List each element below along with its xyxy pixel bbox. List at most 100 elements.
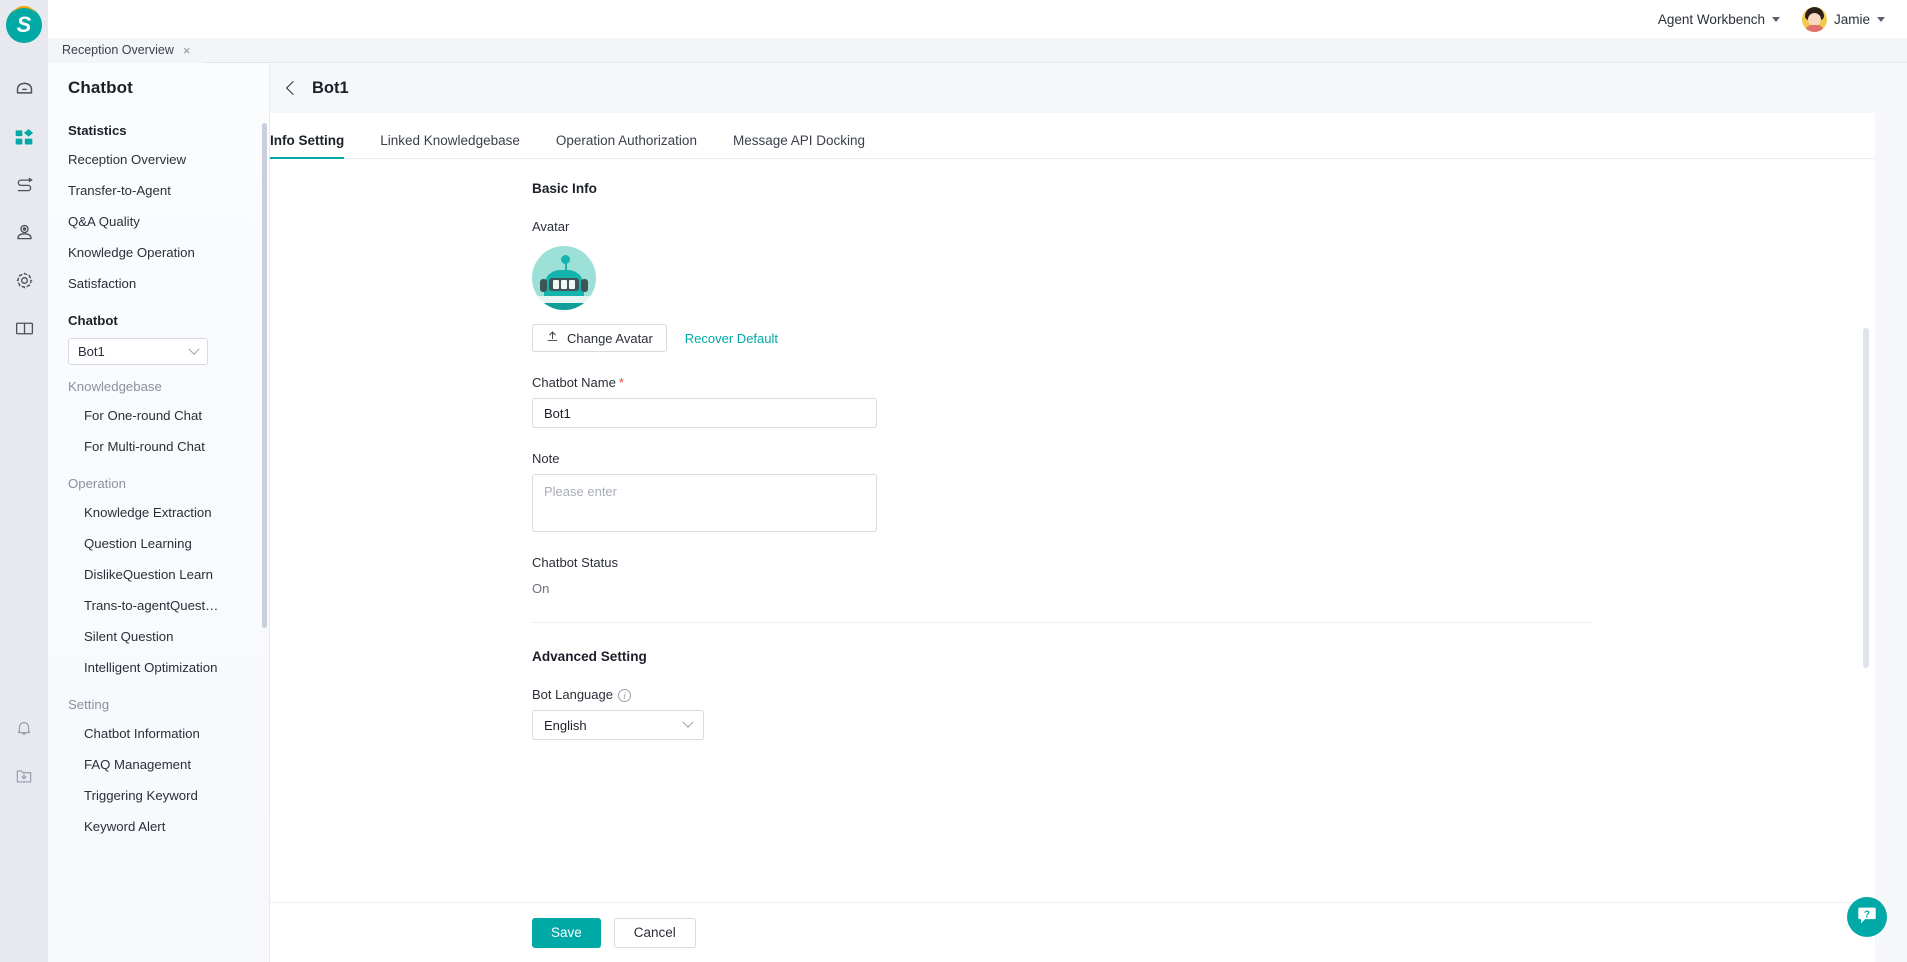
sidebar-group-statistics: Statistics	[68, 123, 127, 138]
sidebar-group-operation: Operation	[68, 476, 126, 491]
sidebar: Chatbot Statistics Reception Overview Tr…	[48, 63, 270, 962]
rail-item-settings[interactable]	[0, 259, 48, 307]
sidebar-item-intelligent-optimization[interactable]: Intelligent Optimization	[48, 652, 269, 683]
chevron-down-icon	[1771, 16, 1780, 22]
section-title-advanced-setting: Advanced Setting	[532, 649, 647, 664]
sidebar-group-chatbot: Chatbot	[68, 313, 118, 328]
main-content: Bot1 Info Setting Linked Knowledgebase O…	[270, 63, 1907, 962]
user-menu[interactable]: Jamie	[1801, 6, 1885, 32]
sidebar-item-knowledge-operation[interactable]: Knowledge Operation	[48, 237, 269, 268]
chevron-down-icon	[188, 343, 200, 355]
workspace-label: Agent Workbench	[1657, 11, 1765, 27]
form-action-bar: Save Cancel	[270, 902, 1875, 962]
info-icon[interactable]: i	[617, 689, 631, 703]
sidebar-item-trans-to-agent-question[interactable]: Trans-to-agentQuest…	[48, 590, 269, 621]
close-icon[interactable]: ×	[183, 44, 191, 57]
sidebar-item-faq-management[interactable]: FAQ Management	[48, 749, 269, 780]
note-label: Note	[532, 451, 560, 466]
rail-item-home[interactable]	[0, 67, 48, 115]
book-icon	[14, 318, 35, 344]
chevron-down-icon	[1877, 16, 1885, 22]
cancel-button[interactable]: Cancel	[613, 917, 696, 948]
recover-default-link[interactable]: Recover Default	[685, 331, 778, 346]
main-scrollbar-thumb[interactable]	[1863, 328, 1869, 668]
help-button[interactable]: ?	[1847, 897, 1887, 937]
sidebar-item-for-one-round-chat[interactable]: For One-round Chat	[48, 400, 269, 431]
section-divider	[532, 622, 1593, 623]
chatbot-name-value: Bot1	[544, 405, 571, 421]
flow-icon	[14, 174, 35, 200]
sidebar-item-qa-quality[interactable]: Q&A Quality	[48, 206, 269, 237]
tab-operation-authorization[interactable]: Operation Authorization	[556, 133, 697, 158]
sidebar-scrollbar-thumb[interactable]	[262, 123, 267, 628]
sidebar-item-dislike-question-learn[interactable]: DislikeQuestion Learn	[48, 559, 269, 590]
user-name: Jamie	[1833, 11, 1870, 27]
workspace-switcher[interactable]: Agent Workbench	[1658, 12, 1780, 27]
page-header: Bot1	[270, 63, 1907, 113]
chatbot-status-label: Chatbot Status	[532, 555, 618, 570]
rail-item-notifications[interactable]	[0, 706, 48, 754]
app-logo[interactable]: S	[6, 6, 42, 43]
note-placeholder: Please enter	[544, 484, 617, 499]
bell-icon	[14, 718, 34, 743]
robot-visor-icon	[549, 278, 579, 291]
avatar-label: Avatar	[532, 219, 570, 234]
rail-item-flow[interactable]	[0, 163, 48, 211]
rail-item-knowledge[interactable]	[0, 307, 48, 355]
tab-info-setting[interactable]: Info Setting	[270, 133, 345, 159]
rail-items	[0, 67, 48, 355]
rail-bottom-items	[0, 706, 48, 802]
sidebar-item-silent-question[interactable]: Silent Question	[48, 621, 269, 652]
gear-icon	[14, 270, 35, 296]
sidebar-group-knowledgebase: Knowledgebase	[68, 379, 162, 394]
change-avatar-label: Change Avatar	[567, 330, 653, 346]
sidebar-item-chatbot-information[interactable]: Chatbot Information	[48, 718, 269, 749]
logo-letter: S	[16, 12, 32, 37]
app-root: S Agent Workbench Jamie Reception Overvi…	[0, 0, 1907, 962]
back-icon[interactable]	[285, 80, 301, 96]
page-title: Bot1	[312, 78, 349, 97]
sidebar-item-satisfaction[interactable]: Satisfaction	[48, 268, 269, 299]
sidebar-item-keyword-alert[interactable]: Keyword Alert	[48, 811, 269, 842]
svg-text:?: ?	[1864, 909, 1870, 920]
sidebar-item-transfer-to-agent[interactable]: Transfer-to-Agent	[48, 175, 269, 206]
window-tab-label: Reception Overview	[62, 43, 174, 57]
tab-message-api-docking[interactable]: Message API Docking	[733, 133, 865, 158]
bot-language-label: Bot Language i	[532, 687, 1875, 703]
chatbot-select[interactable]: Bot1	[68, 338, 208, 365]
note-textarea[interactable]: Please enter	[532, 474, 877, 532]
chatbot-name-input[interactable]: Bot1	[532, 398, 877, 428]
sidebar-item-triggering-keyword[interactable]: Triggering Keyword	[48, 780, 269, 811]
sidebar-group-setting: Setting	[68, 697, 110, 712]
tab-linked-knowledgebase[interactable]: Linked Knowledgebase	[380, 133, 520, 158]
window-tab-reception-overview[interactable]: Reception Overview ×	[48, 37, 203, 63]
apps-icon	[14, 127, 34, 152]
logo-arc-icon	[13, 6, 35, 15]
save-button[interactable]: Save	[532, 917, 601, 948]
upload-icon	[546, 330, 559, 346]
home-icon	[14, 78, 35, 104]
chatbot-select-value: Bot1	[78, 344, 105, 359]
chevron-down-icon	[682, 716, 694, 728]
rail-item-downloads[interactable]	[0, 754, 48, 802]
content-card: Info Setting Linked Knowledgebase Operat…	[270, 113, 1875, 962]
chatbot-name-label: Chatbot Name *	[532, 375, 624, 390]
sidebar-item-for-multi-round-chat[interactable]: For Multi-round Chat	[48, 431, 269, 462]
rail-item-user-location[interactable]	[0, 211, 48, 259]
bot-language-select[interactable]: English	[532, 710, 704, 741]
sidebar-item-reception-overview[interactable]: Reception Overview	[48, 144, 269, 175]
help-question-icon: ?	[1856, 904, 1878, 931]
chatbot-status-value: On	[532, 581, 550, 596]
required-mark: *	[618, 375, 624, 390]
bot-language-value: English	[544, 717, 587, 733]
top-bar: Agent Workbench Jamie	[48, 0, 1907, 38]
sidebar-item-knowledge-extraction[interactable]: Knowledge Extraction	[48, 497, 269, 528]
tab-bar: Info Setting Linked Knowledgebase Operat…	[270, 113, 1875, 159]
rail-item-apps[interactable]	[0, 115, 48, 163]
window-tab-strip: Reception Overview ×	[48, 37, 1907, 63]
icon-rail: S	[0, 0, 48, 962]
download-folder-icon	[14, 766, 34, 791]
avatar-actions: Change Avatar Recover Default	[532, 324, 1875, 352]
sidebar-item-question-learning[interactable]: Question Learning	[48, 528, 269, 559]
change-avatar-button[interactable]: Change Avatar	[532, 324, 667, 352]
